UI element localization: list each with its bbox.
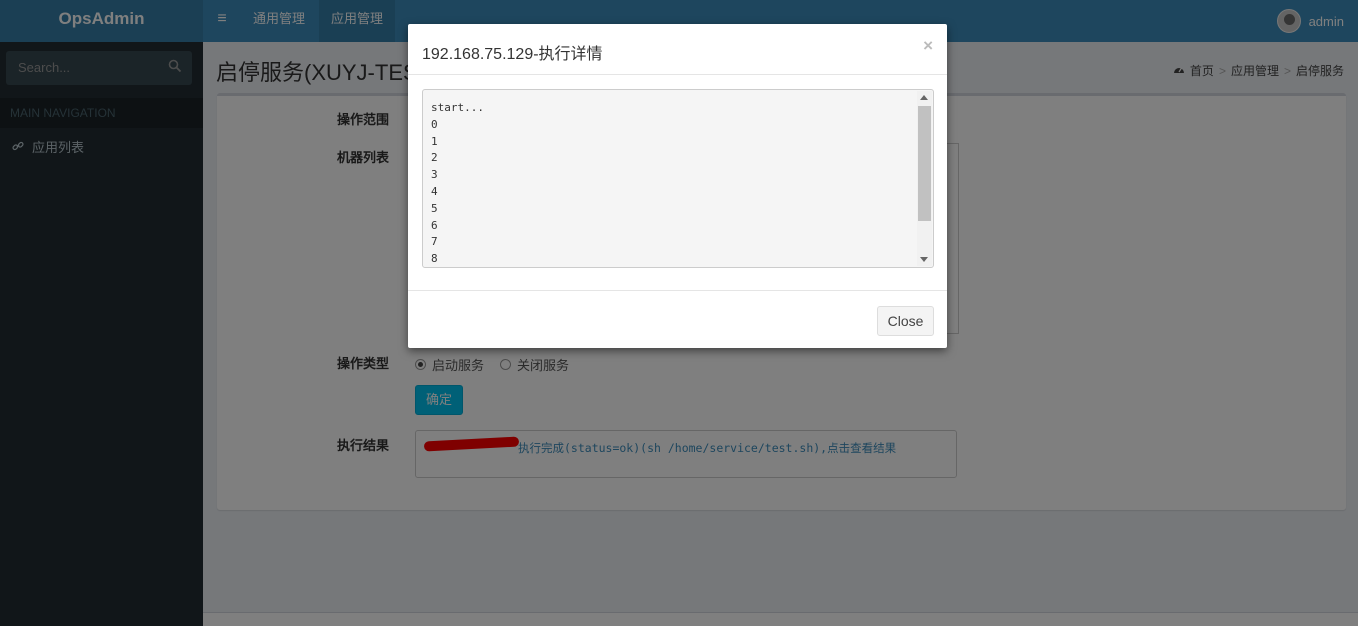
- log-output-textarea[interactable]: start... 0 1 2 3 4 5 6 7 8: [422, 89, 934, 268]
- modal-footer: Close: [408, 290, 947, 348]
- log-line: 0: [431, 117, 438, 131]
- log-line: 5: [431, 201, 438, 215]
- log-line: start...: [431, 101, 484, 114]
- log-line: 4: [431, 184, 438, 198]
- close-icon[interactable]: ×: [923, 36, 933, 56]
- log-line: 8: [431, 252, 438, 266]
- modal-title: 192.168.75.129-执行详情: [422, 46, 603, 63]
- log-line: 7: [431, 235, 438, 249]
- log-line: 3: [431, 168, 438, 182]
- log-line: 2: [431, 151, 438, 165]
- log-lines: start... 0 1 2 3 4 5 6 7 8: [431, 100, 484, 267]
- close-button[interactable]: Close: [877, 306, 934, 336]
- scroll-down-arrow-icon[interactable]: [920, 257, 928, 262]
- log-line: 1: [431, 134, 438, 148]
- log-scrollbar[interactable]: [917, 91, 932, 266]
- execution-detail-modal: 192.168.75.129-执行详情 × start... 0 1 2 3 4 5 6 7 8 …: [408, 24, 947, 348]
- log-line: 6: [431, 218, 438, 232]
- scroll-up-arrow-icon[interactable]: [920, 95, 928, 100]
- modal-header: 192.168.75.129-执行详情 ×: [408, 24, 947, 75]
- scrollbar-thumb[interactable]: [918, 106, 931, 221]
